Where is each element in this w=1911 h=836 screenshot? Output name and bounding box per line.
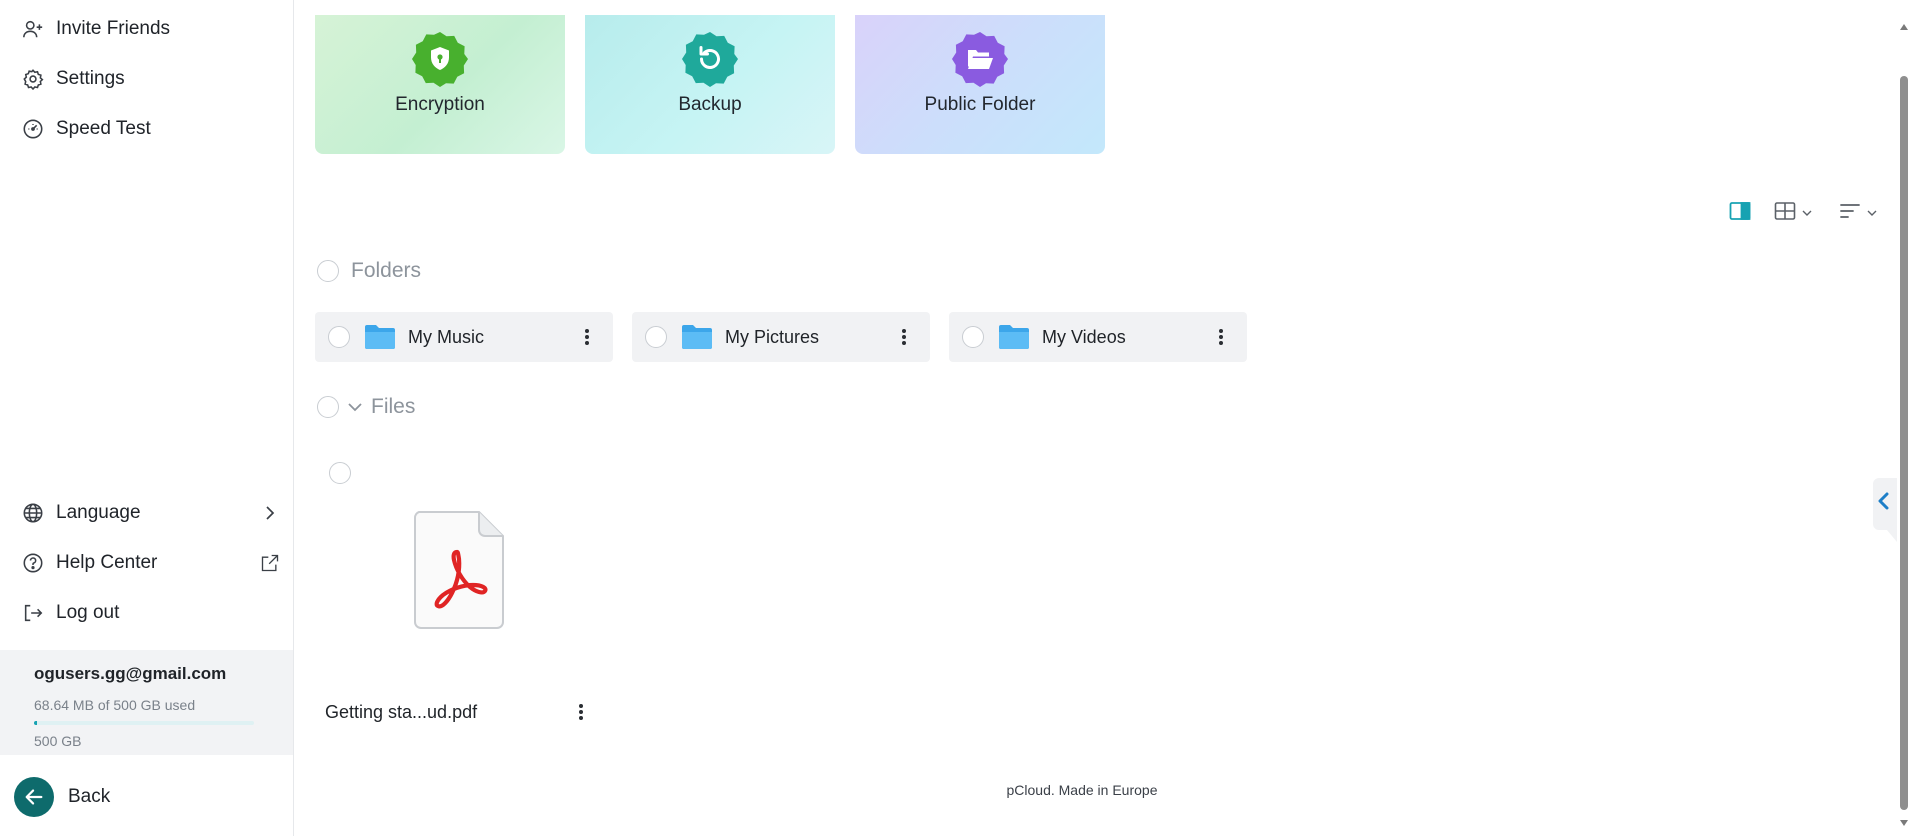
sidebar-item-label: Speed Test <box>56 118 151 139</box>
scrollbar-thumb[interactable] <box>1900 76 1908 810</box>
folder-name: My Music <box>408 326 484 347</box>
logout-icon <box>22 602 44 624</box>
panel-layout-icon <box>1729 201 1751 226</box>
folder-name: My Videos <box>1042 326 1126 347</box>
scroll-up-arrow-icon[interactable] <box>1899 22 1909 32</box>
folder-item[interactable]: My Music <box>315 312 613 362</box>
select-all-files-checkbox[interactable] <box>317 396 339 418</box>
folder-select-checkbox[interactable] <box>962 326 984 348</box>
sidebar-item-label: Settings <box>56 68 125 89</box>
feature-card-public-folder[interactable]: Public Folder <box>855 15 1105 154</box>
folder-select-checkbox[interactable] <box>328 326 350 348</box>
folder-icon <box>998 324 1030 350</box>
folder-select-checkbox[interactable] <box>645 326 667 348</box>
file-item[interactable]: Getting sta...ud.pdf <box>317 462 603 732</box>
storage-total: 500 GB <box>34 733 82 749</box>
sort-icon <box>1839 201 1861 226</box>
chevron-down-icon <box>1867 204 1877 222</box>
external-link-icon <box>259 552 281 574</box>
back-button[interactable]: Back <box>14 777 110 817</box>
gear-icon <box>22 68 44 90</box>
shield-lock-icon <box>411 30 469 88</box>
speedometer-icon <box>22 118 44 140</box>
grid-view-dropdown[interactable] <box>1774 200 1812 226</box>
more-options-icon[interactable] <box>892 325 916 349</box>
footer-text: pCloud. Made in Europe <box>1006 782 1158 798</box>
view-controls <box>1697 200 1897 226</box>
globe-icon <box>22 502 44 524</box>
sidebar-item-help-center[interactable]: Help Center <box>0 543 293 583</box>
file-select-checkbox[interactable] <box>329 462 351 484</box>
sidebar-item-settings[interactable]: Settings <box>0 59 293 99</box>
sidebar-item-speed-test[interactable]: Speed Test <box>0 109 293 149</box>
sidebar-item-label: Log out <box>56 602 120 623</box>
main-content: Encryption Backup Public Folder Folders … <box>295 0 1897 836</box>
more-options-icon[interactable] <box>575 325 599 349</box>
more-options-icon[interactable] <box>569 700 593 724</box>
sidebar: Invite Friends Settings Speed Test Langu… <box>0 0 294 836</box>
section-title: Folders <box>351 259 422 282</box>
account-panel: ogusers.gg@gmail.com 68.64 MB of 500 GB … <box>0 650 293 755</box>
scroll-down-arrow-icon[interactable] <box>1899 818 1909 828</box>
storage-usage-bar-fill <box>34 721 37 725</box>
arrow-left-icon <box>14 777 54 817</box>
feature-card-backup[interactable]: Backup <box>585 15 835 154</box>
pdf-file-icon <box>413 510 505 635</box>
chevron-down-icon[interactable] <box>347 402 363 412</box>
open-folder-icon <box>951 30 1009 88</box>
select-all-folders-checkbox[interactable] <box>317 260 339 282</box>
account-email: ogusers.gg@gmail.com <box>34 664 227 683</box>
backup-refresh-icon <box>681 30 739 88</box>
folder-item[interactable]: My Videos <box>949 312 1247 362</box>
feature-card-encryption[interactable]: Encryption <box>315 15 565 154</box>
folder-item[interactable]: My Pictures <box>632 312 930 362</box>
feature-label: Public Folder <box>924 94 1036 115</box>
info-panel-toggle-button[interactable] <box>1729 200 1751 226</box>
sidebar-item-language[interactable]: Language <box>0 493 293 533</box>
chevron-right-icon <box>259 502 281 524</box>
sidebar-item-label: Invite Friends <box>56 18 171 39</box>
feature-label: Backup <box>678 94 742 115</box>
folder-icon <box>681 324 713 350</box>
section-title: Files <box>371 395 416 418</box>
more-options-icon[interactable] <box>1209 325 1233 349</box>
folders-section-header: Folders <box>317 256 421 286</box>
add-user-icon <box>22 18 44 40</box>
sidebar-item-label: Language <box>56 502 141 523</box>
files-section-header: Files <box>317 392 415 422</box>
folder-icon <box>364 324 396 350</box>
storage-usage-text: 68.64 MB of 500 GB used <box>34 697 196 713</box>
back-label: Back <box>68 786 111 807</box>
help-icon <box>22 552 44 574</box>
chevron-down-icon <box>1802 204 1812 222</box>
sort-dropdown[interactable] <box>1839 200 1877 226</box>
folder-name: My Pictures <box>725 326 820 347</box>
vertical-scrollbar[interactable] <box>1897 0 1911 836</box>
file-name: Getting sta...ud.pdf <box>325 702 478 722</box>
grid-icon <box>1774 201 1796 226</box>
side-panel-toggle[interactable] <box>1865 472 1897 542</box>
feature-label: Encryption <box>395 94 485 115</box>
sidebar-item-label: Help Center <box>56 552 158 573</box>
sidebar-item-invite-friends[interactable]: Invite Friends <box>0 9 293 49</box>
sidebar-item-log-out[interactable]: Log out <box>0 593 293 633</box>
storage-usage-bar <box>34 721 254 725</box>
